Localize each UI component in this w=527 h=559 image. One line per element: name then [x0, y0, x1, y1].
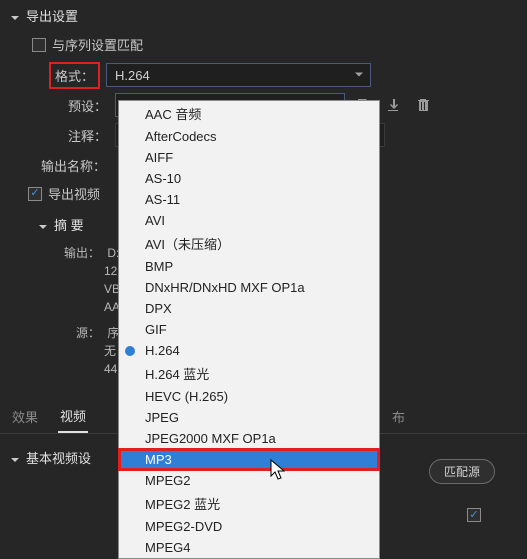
format-option[interactable]: HEVC (H.265) [119, 386, 379, 407]
radio-dot-icon [125, 346, 135, 356]
format-row: 格式： H.264 [0, 60, 527, 90]
import-preset-button[interactable] [381, 93, 405, 117]
format-option[interactable]: DNxHR/DNxHD MXF OP1a [119, 277, 379, 298]
summary-source-line-2: 44 [104, 362, 117, 376]
format-option[interactable]: AAC 音频 [119, 101, 379, 126]
format-option[interactable]: AfterCodecs [119, 126, 379, 147]
match-sequence-row: 与序列设置匹配 [0, 31, 527, 60]
format-option[interactable]: MPEG2 [119, 470, 379, 491]
export-settings-title: 导出设置 [26, 6, 78, 25]
format-option[interactable]: AIFF [119, 147, 379, 168]
format-option[interactable]: DPX [119, 298, 379, 319]
format-dropdown[interactable]: AAC 音频 AfterCodecs AIFF AS-10 AS-11 AVI … [118, 100, 380, 559]
match-sequence-checkbox[interactable] [32, 38, 46, 52]
match-source-label: 匹配源 [444, 465, 480, 479]
format-option[interactable]: AVI [119, 210, 379, 231]
format-option-mp3[interactable]: MP3 [119, 449, 379, 470]
delete-preset-button[interactable] [411, 93, 435, 117]
summary-output-label: 输出： [60, 244, 100, 262]
format-option[interactable]: AS-11 [119, 189, 379, 210]
bottom-checkbox[interactable] [467, 508, 481, 522]
summary-source-line-1: 无 [104, 344, 116, 358]
match-sequence-label: 与序列设置匹配 [52, 35, 143, 54]
format-option[interactable]: BMP [119, 256, 379, 277]
chevron-down-icon [10, 11, 20, 21]
match-source-button[interactable]: 匹配源 [429, 459, 495, 484]
format-option[interactable]: JPEG [119, 407, 379, 428]
export-video-checkbox[interactable] [28, 187, 42, 201]
comment-label: 注释： [57, 126, 107, 145]
format-option[interactable]: MPEG2-DVD [119, 516, 379, 537]
summary-source-label: 源： [60, 324, 100, 342]
basic-video-title: 基本视频设 [26, 448, 91, 467]
format-option[interactable]: MPEG2 蓝光 [119, 491, 379, 516]
format-option[interactable]: AVI（未压缩） [119, 231, 379, 256]
chevron-down-icon [354, 68, 364, 83]
summary-output-line-1: 12 [104, 264, 117, 278]
cursor-icon [270, 459, 288, 484]
summary-title: 摘 要 [54, 215, 84, 234]
chevron-down-icon [38, 220, 48, 230]
preset-label: 预设： [57, 96, 107, 115]
format-option-selected[interactable]: H.264 [119, 340, 379, 361]
format-label: 格式： [55, 69, 94, 84]
format-label-highlight: 格式： [49, 62, 100, 89]
format-option[interactable]: H.264 蓝光 [119, 361, 379, 386]
output-name-label: 输出名称： [34, 156, 106, 175]
format-option[interactable]: GIF [119, 319, 379, 340]
tab-video[interactable]: 视频 [58, 400, 88, 433]
export-video-label: 导出视频 [48, 184, 100, 203]
export-settings-header[interactable]: 导出设置 [0, 0, 527, 31]
format-option[interactable]: JPEG2000 MXF OP1a [119, 428, 379, 449]
format-select[interactable]: H.264 [106, 63, 371, 87]
tab-right[interactable]: 布 [390, 401, 407, 432]
format-option[interactable]: AS-10 [119, 168, 379, 189]
format-option[interactable]: MPEG4 [119, 537, 379, 558]
format-select-value: H.264 [115, 68, 150, 83]
tab-effects[interactable]: 效果 [10, 401, 40, 432]
chevron-down-icon [10, 453, 20, 463]
